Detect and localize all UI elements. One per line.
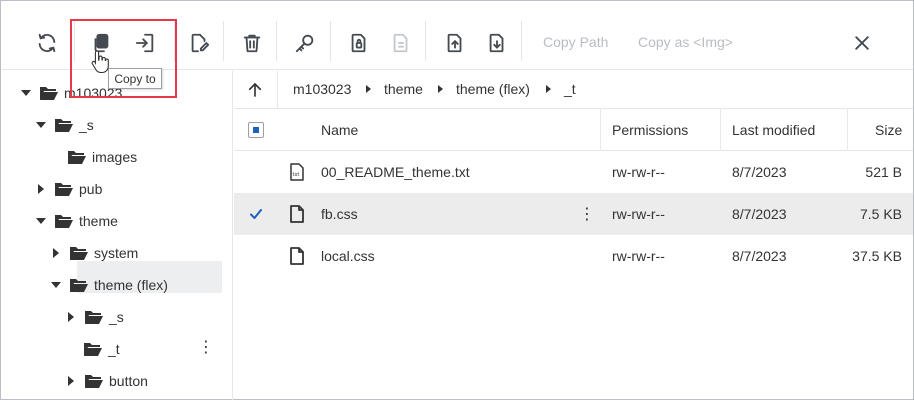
delete-icon[interactable] (239, 30, 265, 56)
tree-item-system[interactable]: system (49, 238, 138, 268)
rename-icon[interactable] (186, 30, 212, 56)
breadcrumb-separator-icon (438, 85, 443, 93)
breadcrumb-separator-icon (366, 85, 371, 93)
folder-open-icon (39, 85, 59, 101)
column-divider (720, 109, 721, 151)
tree-item-button[interactable]: button (64, 366, 148, 396)
copy-as-img-button[interactable]: Copy as <Img> (638, 34, 733, 50)
file-icon (289, 205, 305, 223)
tree-item-label: images (92, 149, 138, 165)
tree-item-_s[interactable]: _s (34, 110, 94, 140)
tree-item-label: theme (flex) (94, 277, 168, 293)
tree-item-theme-flex[interactable]: theme (flex) (49, 270, 168, 300)
copy-to-icon[interactable] (132, 30, 158, 56)
toolbar-separator (223, 21, 224, 61)
column-header-permissions[interactable]: Permissions (612, 122, 688, 138)
column-header-name[interactable]: Name (321, 122, 358, 138)
file-permissions: rw-rw-r-- (612, 248, 665, 264)
folder-open-icon (84, 309, 104, 325)
caret-down-icon[interactable] (49, 278, 63, 292)
caret-down-icon[interactable] (19, 86, 33, 100)
up-arrow-icon[interactable] (244, 79, 266, 101)
folder-open-icon (54, 181, 74, 197)
more-options-icon[interactable]: ⋮ (579, 203, 595, 225)
caret-right-icon[interactable] (34, 182, 48, 196)
file-disabled-icon[interactable] (388, 30, 414, 56)
caret-down-icon[interactable] (34, 214, 48, 228)
toolbar-separator (425, 21, 426, 61)
check-icon[interactable] (248, 206, 264, 222)
breadcrumb-item[interactable]: theme (flex) (456, 81, 530, 97)
tree-item-m103023[interactable]: m103023 (19, 78, 122, 108)
column-divider (847, 109, 848, 151)
tree-item-label: system (94, 245, 139, 261)
column-divider (600, 109, 601, 151)
tree-item-label: _s (79, 117, 94, 133)
file-lock-icon[interactable] (346, 30, 372, 56)
breadcrumb-item[interactable]: theme (384, 81, 423, 97)
select-all-checkbox[interactable] (248, 122, 264, 138)
file-modified: 8/7/2023 (732, 164, 787, 180)
breadcrumb-item-current[interactable]: _t (564, 81, 576, 97)
tree-item-_t[interactable]: _t (83, 334, 120, 364)
tree-item-_s-sub[interactable]: _s (64, 302, 124, 332)
file-permissions: rw-rw-r-- (612, 206, 665, 222)
file-name: fb.css (321, 206, 358, 222)
toolbar-separator (521, 21, 522, 61)
folder-open-icon (67, 149, 87, 165)
folder-open-icon (83, 341, 103, 357)
toolbar-separator (74, 21, 75, 61)
tree-item-label: _s (109, 309, 124, 325)
file-size: 37.5 KB (852, 248, 902, 264)
txt-file-icon: txt (289, 163, 305, 181)
file-name: 00_README_theme.txt (321, 164, 470, 180)
hand-cursor-icon (91, 49, 109, 74)
refresh-icon[interactable] (34, 30, 60, 56)
file-permissions: rw-rw-r-- (612, 164, 665, 180)
file-name: local.css (321, 248, 375, 264)
caret-down-icon[interactable] (34, 118, 48, 132)
folder-open-icon (54, 117, 74, 133)
tree-item-theme[interactable]: theme (34, 206, 118, 236)
column-header-last-modified[interactable]: Last modified (732, 122, 815, 138)
more-options-icon[interactable]: ⋮ (198, 337, 214, 357)
caret-right-icon[interactable] (64, 374, 78, 388)
tree-item-images[interactable]: images (67, 142, 137, 172)
folder-open-icon (84, 373, 104, 389)
svg-text:txt: txt (293, 172, 300, 178)
tree-item-pub[interactable]: pub (34, 174, 102, 204)
toolbar-separator (276, 21, 277, 61)
tree-item-label: button (109, 373, 148, 389)
table-row[interactable]: fb.css ⋮ rw-rw-r-- 8/7/2023 7.5 KB (234, 193, 913, 235)
caret-right-icon[interactable] (64, 310, 78, 324)
column-header-size[interactable]: Size (875, 122, 902, 138)
table-row[interactable]: txt 00_README_theme.txt rw-rw-r-- 8/7/20… (234, 151, 913, 193)
folder-open-icon (69, 245, 89, 261)
tree-item-label: _t (108, 341, 120, 357)
caret-right-icon[interactable] (49, 246, 63, 260)
file-modified: 8/7/2023 (732, 248, 787, 264)
toolbar-separator (330, 21, 331, 61)
tree-item-label: pub (79, 181, 103, 197)
tree-item-label: theme (79, 213, 118, 229)
tooltip: Copy to (108, 68, 162, 89)
file-manager-window: Copy Path Copy as <Img> m103023 _s image… (0, 0, 914, 400)
folder-open-icon (69, 277, 89, 293)
file-modified: 8/7/2023 (732, 206, 787, 222)
close-icon[interactable] (851, 32, 873, 54)
download-icon[interactable] (484, 30, 510, 56)
file-size: 521 B (865, 164, 902, 180)
breadcrumb-divider (277, 71, 278, 109)
file-icon (289, 247, 305, 265)
file-size: 7.5 KB (859, 206, 902, 222)
table-row[interactable]: local.css rw-rw-r-- 8/7/2023 37.5 KB (234, 235, 913, 277)
breadcrumb-item[interactable]: m103023 (293, 81, 351, 97)
copy-path-button[interactable]: Copy Path (543, 34, 608, 50)
folder-open-icon (54, 213, 74, 229)
key-icon[interactable] (292, 30, 318, 56)
upload-icon[interactable] (442, 30, 468, 56)
breadcrumb-separator-icon (546, 85, 551, 93)
toolbar-separator (174, 21, 175, 61)
